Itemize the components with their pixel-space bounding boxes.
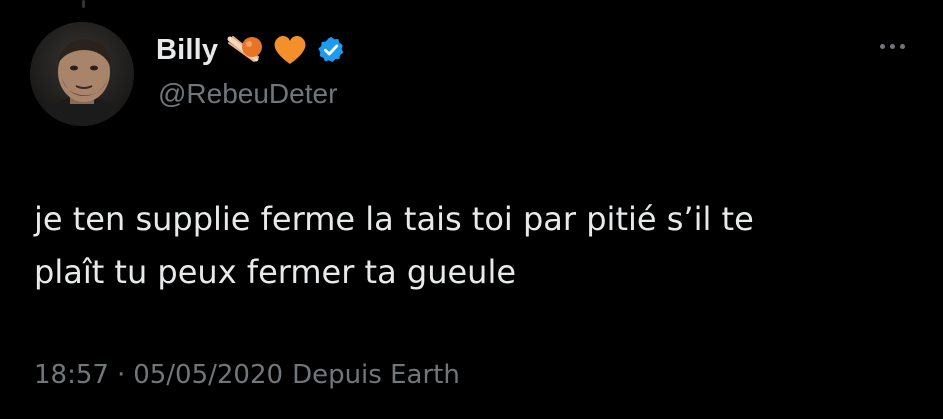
tweet-time[interactable]: 18:57 xyxy=(34,360,109,390)
thread-connector-line xyxy=(82,0,85,8)
display-name[interactable]: Billy xyxy=(156,34,218,67)
more-dot xyxy=(900,44,905,49)
more-dot xyxy=(880,44,885,49)
comet-emoji-icon xyxy=(226,33,264,67)
verified-badge-icon[interactable] xyxy=(316,35,346,65)
user-handle[interactable]: @RebeuDeter xyxy=(158,78,337,110)
meta-separator: · xyxy=(116,360,126,390)
name-row: Billy xyxy=(156,30,346,70)
orange-heart-emoji-icon xyxy=(272,34,308,66)
tweet-card: Billy @RebeuDeter je ten supplie ferme l… xyxy=(0,0,943,419)
more-dot xyxy=(890,44,895,49)
tweet-text: je ten supplie ferme la tais toi par pit… xyxy=(34,200,754,291)
tweet-source: Depuis Earth xyxy=(292,360,460,390)
tweet-meta: 18:57 · 05/05/2020 Depuis Earth xyxy=(34,360,460,390)
tweet-date[interactable]: 05/05/2020 xyxy=(133,360,283,390)
avatar[interactable] xyxy=(30,22,134,126)
more-options-icon[interactable] xyxy=(874,38,911,55)
